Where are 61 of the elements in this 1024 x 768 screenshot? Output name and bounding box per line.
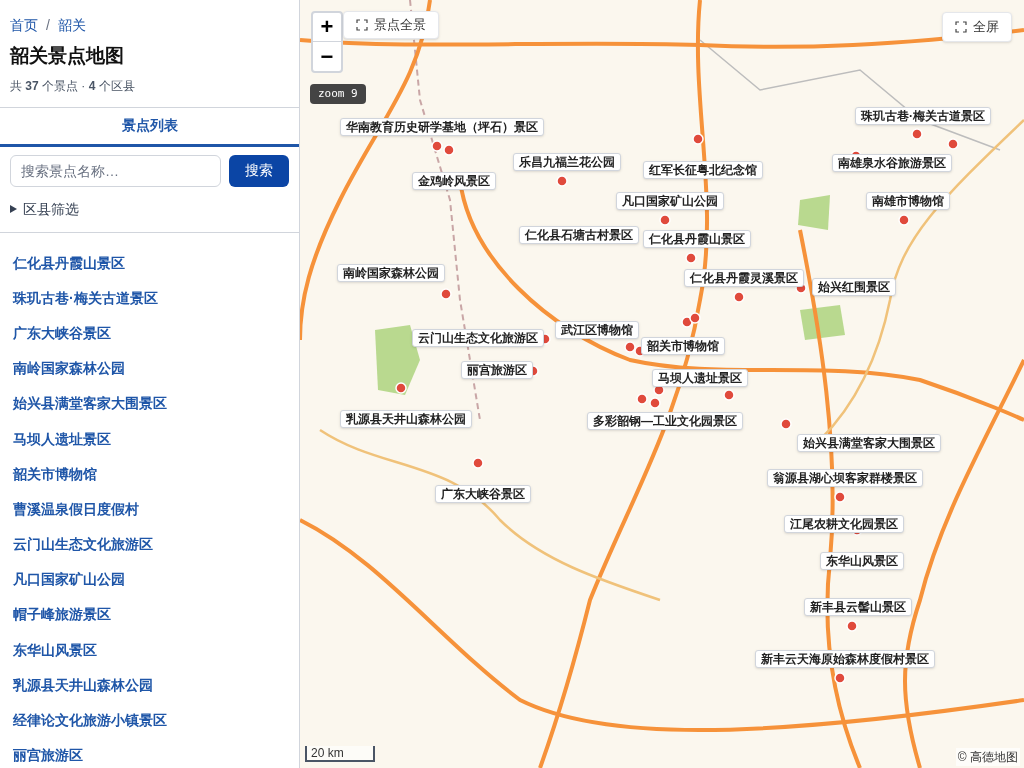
attraction-link[interactable]: 仁化县丹霞山景区 [13, 252, 125, 274]
zoom-out-button[interactable]: − [313, 42, 341, 71]
marker-label[interactable]: 新丰云天海原始森林度假村景区 [755, 650, 935, 668]
attraction-link[interactable]: 广东大峡谷景区 [13, 322, 111, 344]
fit-all-button[interactable]: 景点全景 [343, 11, 439, 39]
marker-label[interactable]: 翁源县湖心坝客家群楼景区 [767, 469, 923, 487]
marker-label[interactable]: 始兴红围景区 [812, 278, 896, 296]
attraction-link[interactable]: 韶关市博物馆 [13, 463, 97, 485]
attraction-link[interactable]: 马坝人遗址景区 [13, 428, 111, 450]
marker-label[interactable]: 仁化县丹霞山景区 [643, 230, 751, 248]
marker-label[interactable]: 始兴县满堂客家大围景区 [797, 434, 941, 452]
attraction-link[interactable]: 珠玑古巷·梅关古道景区 [13, 287, 158, 309]
marker-label[interactable]: 多彩韶钢—工业文化园景区 [587, 412, 743, 430]
marker-label[interactable]: 凡口国家矿山公园 [616, 192, 724, 210]
attraction-link[interactable]: 凡口国家矿山公园 [13, 569, 125, 591]
marker-label[interactable]: 广东大峡谷景区 [435, 485, 531, 503]
attraction-link[interactable]: 始兴县满堂客家大围景区 [13, 393, 167, 415]
marker-label[interactable]: 丽宫旅游区 [461, 361, 533, 379]
district-filter-toggle[interactable]: 区县筛选 [10, 198, 79, 220]
marker-label[interactable]: 金鸡岭风景区 [412, 172, 496, 190]
fullscreen-icon [955, 21, 967, 33]
attribution-text: © 高德地图 [955, 748, 1020, 766]
page-title: 韶关景点地图 [10, 44, 125, 68]
marker-label[interactable]: 江尾农耕文化园景区 [784, 515, 904, 533]
attraction-link[interactable]: 东华山风景区 [13, 639, 97, 661]
marker-label[interactable]: 新丰县云髻山景区 [804, 598, 912, 616]
breadcrumb-link[interactable]: 韶关 [57, 15, 86, 36]
breadcrumb-link[interactable]: 首页 [10, 15, 38, 36]
attraction-link[interactable]: 曹溪温泉假日度假村 [13, 498, 139, 520]
marker-label[interactable]: 南雄市博物馆 [866, 192, 950, 210]
tab[interactable]: 景点列表 [0, 107, 299, 147]
marker-label[interactable]: 武江区博物馆 [555, 321, 639, 339]
search-button[interactable]: 搜索 [229, 154, 289, 187]
breadcrumb-separator: / [46, 16, 50, 35]
marker-label[interactable]: 乐昌九福兰花公园 [513, 153, 621, 171]
marker-label[interactable]: 南岭国家森林公园 [337, 264, 445, 282]
attraction-link[interactable]: 丽宫旅游区 [13, 745, 83, 767]
attraction-link[interactable]: 经律论文化旅游小镇景区 [13, 710, 167, 732]
marker-label[interactable]: 乳源县天井山森林公园 [340, 410, 472, 428]
attraction-link[interactable]: 帽子峰旅游景区 [13, 604, 111, 626]
marker-label[interactable]: 仁化县丹霞灵溪景区 [684, 269, 804, 287]
zoom-in-button[interactable]: + [313, 13, 341, 42]
attraction-link[interactable]: 云门山生态文化旅游区 [13, 534, 153, 556]
attraction-link[interactable]: 南岭国家森林公园 [13, 358, 125, 380]
marker-label[interactable]: 仁化县石塘古村景区 [519, 226, 639, 244]
caret-right-icon [10, 205, 17, 213]
summary-text: 共 37 个景点 · 4 个区县 [10, 77, 136, 95]
fullscreen-button[interactable]: 全屏 [942, 12, 1012, 42]
marker-label[interactable]: 红军长征粤北纪念馆 [643, 161, 763, 179]
marker-label[interactable]: 珠玑古巷·梅关古道景区 [855, 107, 991, 125]
scale-bar: 20 km [305, 746, 375, 762]
marker-label[interactable]: 华南教育历史研学基地（坪石）景区 [340, 118, 544, 136]
attraction-link[interactable]: 乳源县天井山森林公园 [13, 674, 153, 696]
marker-label[interactable]: 东华山风景区 [820, 552, 904, 570]
marker-label[interactable]: 马坝人遗址景区 [652, 369, 748, 387]
marker-label[interactable]: 南雄泉水谷旅游景区 [832, 154, 952, 172]
marker-label[interactable]: 云门山生态文化旅游区 [412, 329, 544, 347]
fullscreen-icon [356, 19, 368, 31]
marker-label[interactable]: 韶关市博物馆 [641, 337, 725, 355]
zoom-level-badge: zoom 9 [310, 84, 366, 104]
search-field[interactable]: 搜索景点名称… [10, 154, 221, 187]
